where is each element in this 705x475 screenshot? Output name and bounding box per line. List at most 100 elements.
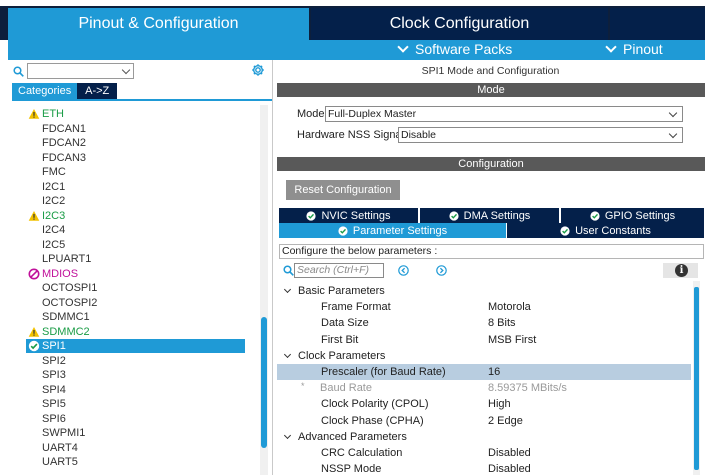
parameter-row[interactable]: NSSP Mode Disabled [277,461,691,475]
list-item-label: FDCAN3 [42,151,87,164]
pinout-menu[interactable]: Pinout [603,41,663,57]
parameter-row[interactable]: Data Size 8 Bits [277,315,691,331]
check-circle-icon [590,210,600,221]
top-navigation: Pinout & Configuration Clock Configurati… [0,0,705,40]
parameter-row: * Baud Rate 8.59375 MBits/s [277,380,691,396]
parameter-name: Prescaler (for Baud Rate) [321,366,446,378]
chevron-down-icon [668,129,678,139]
tab-pinout-configuration[interactable]: Pinout & Configuration [8,8,309,40]
gear-icon[interactable] [251,63,265,77]
tab-nvic-settings[interactable]: NVIC Settings [279,208,418,223]
info-icon: i [675,264,688,277]
tab-label: DMA Settings [463,209,531,222]
list-item[interactable]: FDCAN1 [26,122,244,136]
peripheral-tree-panel: Categories A->Z ETH FDCAN1 FDCAN2 FDCAN3 FMC… [8,60,273,475]
nss-label: Hardware NSS Signal [297,129,404,141]
parameter-name: CRC Calculation [321,447,403,459]
tab-label: NVIC Settings [321,209,391,222]
tab-label: GPIO Settings [604,209,676,222]
list-item[interactable]: I2C4 [26,223,244,237]
parameter-name: NSSP Mode [321,463,382,475]
list-item[interactable]: UART5 [26,455,244,469]
parameter-group[interactable]: Basic Parameters [277,283,691,299]
scrollbar-thumb[interactable] [694,287,699,470]
software-packs-label: Software Packs [415,41,513,57]
parameter-row[interactable]: Clock Phase (CPHA) 2 Edge [277,413,691,429]
list-item-label: SPI2 [42,354,66,367]
list-item[interactable]: SPI4 [26,383,244,397]
parameter-row[interactable]: Clock Polarity (CPOL) High [277,396,691,412]
chevron-down-icon [283,431,292,439]
parameter-row[interactable]: Frame Format Motorola [277,299,691,315]
configuration-section-header: Configuration [277,157,705,171]
list-item[interactable]: MDIOS [26,267,244,281]
list-item[interactable]: SPI6 [26,412,244,426]
parameter-group[interactable]: Clock Parameters [277,348,691,364]
list-item[interactable]: FDCAN2 [26,136,244,150]
parameter-tree: Basic Parameters Frame Format Motorola Data… [277,281,705,475]
check-circle-icon [449,210,459,221]
mode-label: Mode [297,108,325,120]
pinout-label: Pinout [623,41,663,57]
scrollbar-thumb[interactable] [261,317,267,448]
tab-a-to-z[interactable]: A->Z [77,83,118,99]
software-packs-menu[interactable]: Software Packs [395,41,512,57]
list-item[interactable]: LPUART1 [26,252,244,266]
list-item[interactable]: I2C1 [26,180,244,194]
parameter-value: Motorola [488,301,531,314]
chevron-down-icon [605,41,617,53]
tab-parameter-settings[interactable]: Parameter Settings [279,223,506,238]
tab-user-constants[interactable]: User Constants [507,223,704,238]
list-item-label: I2C3 [42,209,66,222]
parameter-row[interactable]: CRC Calculation Disabled [277,445,691,461]
parameter-name: Data Size [321,317,369,330]
list-item[interactable]: SPI2 [26,354,244,368]
list-item[interactable]: FDCAN3 [26,151,244,165]
tab-label: User Constants [575,224,651,237]
next-match-icon[interactable] [436,265,447,276]
list-item[interactable]: I2C5 [26,238,244,252]
search-combobox[interactable] [27,63,134,79]
list-item[interactable]: I2C3 [26,209,244,223]
reset-configuration-button[interactable]: Reset Configuration [286,180,400,200]
search-icon [283,265,294,276]
list-item-label: LPUART1 [42,253,92,265]
parameter-value: MSB First [488,333,537,346]
tab-clock-configuration[interactable]: Clock Configuration [311,8,608,40]
list-item[interactable]: ETH [26,107,244,121]
list-item[interactable]: OCTOSPI1 [26,281,244,295]
peripheral-list: ETH FDCAN1 FDCAN2 FDCAN3 FMC I2C1 I2C2 I2C3 I2C4… [8,107,258,475]
list-item[interactable]: SPI5 [26,397,244,411]
list-item[interactable]: UART4 [26,441,244,455]
list-item[interactable]: SWPMI1 [26,426,244,440]
parameter-value: 8 Bits [488,317,516,330]
list-item[interactable]: FMC [26,165,244,179]
list-item-label: I2C2 [42,195,66,207]
tab-extra[interactable] [610,8,705,40]
list-item[interactable]: SDMMC2 [26,325,244,339]
mode-select[interactable]: Full-Duplex Master [325,106,683,122]
list-item[interactable]: SPI1 [26,339,245,353]
list-item-label: SDMMC1 [42,311,90,323]
nss-select[interactable]: Disable [398,127,683,143]
list-item[interactable]: SDMMC1 [26,310,244,324]
list-item-label: SPI5 [42,398,66,410]
list-item-label: SPI3 [42,369,66,381]
parameter-name: Frame Format [321,301,391,314]
info-button[interactable]: i [663,263,698,278]
list-item[interactable]: OCTOSPI2 [26,296,244,310]
tab-gpio-settings[interactable]: GPIO Settings [561,208,704,223]
tab-dma-settings[interactable]: DMA Settings [420,208,559,223]
group-label: Clock Parameters [298,349,386,362]
list-item[interactable]: SPI3 [26,368,244,382]
parameter-search-input[interactable]: Search (Ctrl+F) [294,263,384,278]
parameter-row[interactable]: First Bit MSB First [277,332,691,348]
list-item[interactable]: I2C2 [26,194,244,208]
previous-match-icon[interactable] [398,265,409,276]
parameter-row[interactable]: Prescaler (for Baud Rate) 16 [277,364,691,380]
list-item-label: SDMMC2 [42,325,90,338]
category-underline [12,99,272,101]
parameter-group[interactable]: Advanced Parameters [277,429,691,445]
check-circle-icon [560,225,570,236]
tab-categories[interactable]: Categories [12,83,78,99]
